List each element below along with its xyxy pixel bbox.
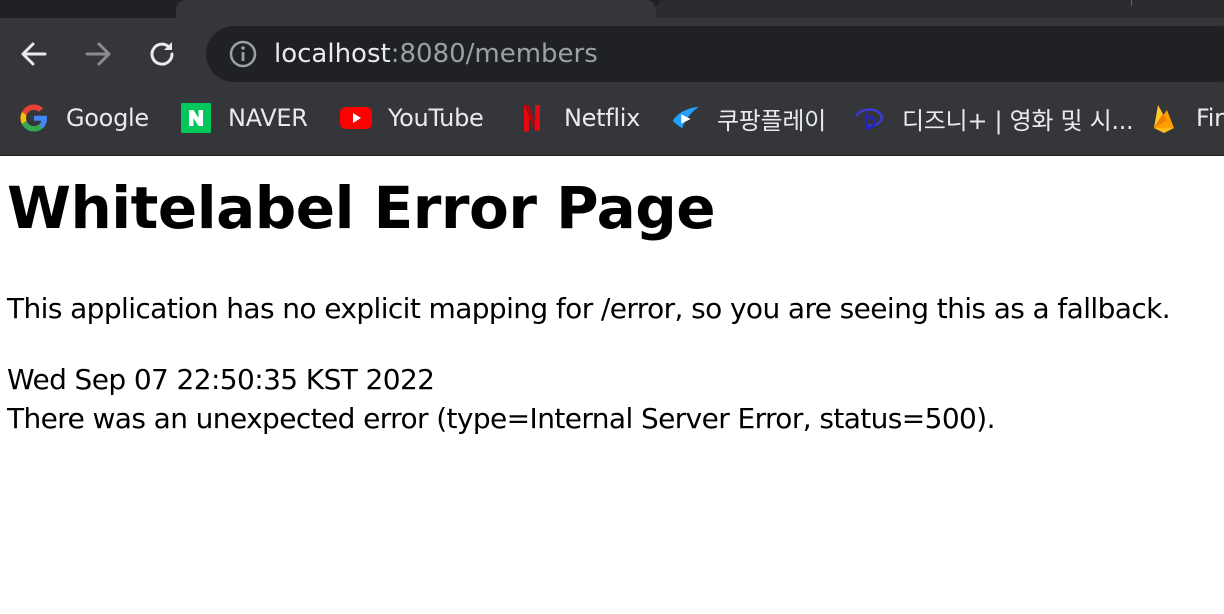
- tab-left[interactable]: [0, 0, 176, 18]
- naver-icon: [180, 102, 212, 134]
- bookmark-label: Fir: [1196, 104, 1224, 132]
- bookmark-label: Google: [66, 104, 149, 132]
- error-message: This application has no explicit mapping…: [7, 292, 1171, 325]
- netflix-icon: [516, 102, 548, 134]
- bookmark-label: 쿠팡플레이: [717, 106, 826, 135]
- bookmark-youtube[interactable]: YouTube: [340, 96, 484, 140]
- bookmarks-bar: Google NAVER YouTube Netflix 쿠팡플레이 디즈니+ …: [0, 96, 1224, 140]
- browser-chrome: localhost:8080/members Google NAVER YouT…: [0, 0, 1224, 156]
- url-host: localhost: [274, 39, 391, 69]
- page-title: Whitelabel Error Page: [7, 174, 716, 242]
- error-detail: There was an unexpected error (type=Inte…: [7, 402, 996, 435]
- bookmark-label: 디즈니+ | 영화 및 시...: [902, 106, 1134, 135]
- tab-active[interactable]: [176, 0, 656, 18]
- coupang-play-icon: [669, 102, 701, 134]
- google-icon: [18, 102, 50, 134]
- bookmark-google[interactable]: Google: [18, 96, 149, 140]
- tab-strip: [0, 0, 1224, 18]
- youtube-icon: [340, 102, 372, 134]
- back-button[interactable]: [16, 36, 52, 72]
- bookmark-label: NAVER: [228, 104, 308, 132]
- bookmark-label: YouTube: [388, 104, 484, 132]
- arrow-left-icon: [21, 42, 47, 66]
- arrow-right-icon: [85, 42, 111, 66]
- bookmark-coupang-play[interactable]: 쿠팡플레이: [669, 96, 826, 140]
- disney-plus-icon: [854, 102, 886, 134]
- firebase-icon: [1148, 102, 1180, 134]
- bookmark-naver[interactable]: NAVER: [180, 96, 308, 140]
- address-bar[interactable]: localhost:8080/members: [206, 26, 1224, 82]
- page-content: Whitelabel Error Page This application h…: [0, 156, 1224, 614]
- reload-button[interactable]: [144, 36, 180, 72]
- tab-divider: [1131, 0, 1132, 6]
- error-timestamp: Wed Sep 07 22:50:35 KST 2022: [7, 363, 435, 396]
- reload-icon: [150, 42, 174, 66]
- tab-right[interactable]: [656, 0, 1224, 18]
- url-path: :8080/members: [390, 39, 598, 69]
- bookmark-disney-plus[interactable]: 디즈니+ | 영화 및 시...: [854, 96, 1134, 140]
- info-circle-icon[interactable]: [228, 39, 258, 69]
- bookmark-label: Netflix: [564, 104, 641, 132]
- bookmark-firebase[interactable]: Fir: [1148, 96, 1224, 140]
- url-text[interactable]: localhost:8080/members: [274, 37, 598, 71]
- bookmark-netflix[interactable]: Netflix: [516, 96, 640, 140]
- forward-button[interactable]: [80, 36, 116, 72]
